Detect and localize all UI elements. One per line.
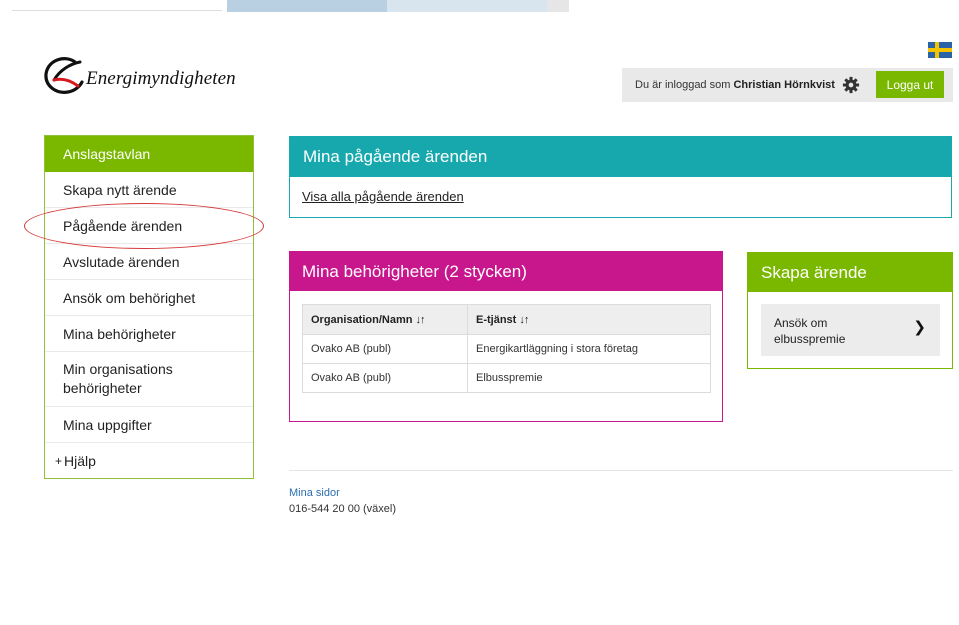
sidebar-item-avslutade-arenden[interactable]: Avslutade ärenden bbox=[45, 243, 253, 279]
sidebar-item-label: Hjälp bbox=[64, 452, 96, 469]
table-header-row: Organisation/Namn ↓↑ E-tjänst ↓↑ bbox=[302, 304, 711, 335]
chevron-right-icon: ❯ bbox=[913, 319, 926, 336]
swedish-flag-icon[interactable] bbox=[928, 42, 952, 58]
show-all-ongoing-link[interactable]: Visa alla pågående ärenden bbox=[302, 189, 464, 204]
create-case-title: Skapa ärende bbox=[748, 253, 952, 292]
logo-text: Energimyndigheten bbox=[86, 68, 236, 89]
table-cell: Ovako AB (publ) bbox=[302, 363, 468, 393]
table-row: Ovako AB (publ) Elbusspremie bbox=[302, 363, 711, 393]
apply-button-label: Ansök om elbusspremie bbox=[774, 316, 846, 346]
permissions-title: Mina behörigheter (2 stycken) bbox=[290, 252, 722, 291]
table-cell: Ovako AB (publ) bbox=[302, 334, 468, 364]
sort-icon: ↓↑ bbox=[415, 313, 425, 326]
browser-tab[interactable] bbox=[227, 0, 387, 12]
expand-plus-icon: + bbox=[55, 453, 63, 468]
sidebar-item-pagaende-arenden[interactable]: Pågående ärenden bbox=[45, 207, 253, 243]
sidebar-item-hjalp[interactable]: + Hjälp bbox=[45, 442, 253, 478]
column-header-etjanst[interactable]: E-tjänst ↓↑ bbox=[467, 304, 711, 335]
site-logo[interactable]: Energimyndigheten bbox=[42, 56, 236, 96]
table-cell: Elbusspremie bbox=[467, 363, 711, 393]
footer-divider bbox=[289, 470, 953, 471]
table-row: Ovako AB (publ) Energikartläggning i sto… bbox=[302, 334, 711, 364]
ongoing-cases-panel: Mina pågående ärenden Visa alla pågående… bbox=[289, 136, 952, 218]
create-case-panel: Skapa ärende Ansök om elbusspremie ❯ bbox=[747, 252, 953, 369]
apply-elbusspremie-button[interactable]: Ansök om elbusspremie ❯ bbox=[761, 304, 940, 356]
logged-in-text: Du är inloggad som Christian Hörnkvist bbox=[635, 79, 835, 91]
sort-icon: ↓↑ bbox=[519, 313, 529, 326]
user-name: Christian Hörnkvist bbox=[733, 79, 835, 91]
logout-button[interactable]: Logga ut bbox=[876, 71, 944, 98]
sidebar-item-ansok-om-behorighet[interactable]: Ansök om behörighet bbox=[45, 279, 253, 315]
sidebar-heading[interactable]: Anslagstavlan bbox=[45, 136, 253, 172]
footer-mina-sidor-link[interactable]: Mina sidor bbox=[289, 487, 340, 499]
browser-tab-strip bbox=[12, 0, 222, 11]
sidebar-item-skapa-nytt-arende[interactable]: Skapa nytt ärende bbox=[45, 172, 253, 207]
sidebar-nav: Anslagstavlan Skapa nytt ärende Pågående… bbox=[44, 135, 254, 479]
browser-tab[interactable] bbox=[547, 0, 569, 12]
energimyndigheten-logo-icon bbox=[44, 57, 84, 94]
column-header-organisation[interactable]: Organisation/Namn ↓↑ bbox=[302, 304, 468, 335]
footer-phone: 016-544 20 00 (växel) bbox=[289, 503, 397, 515]
permissions-panel: Mina behörigheter (2 stycken) Organisati… bbox=[289, 251, 723, 422]
permissions-table: Organisation/Namn ↓↑ E-tjänst ↓↑ Ovako AB … bbox=[302, 304, 711, 393]
sidebar-item-label: Min organisations behörigheter bbox=[63, 361, 173, 396]
gear-icon[interactable] bbox=[842, 76, 860, 94]
sidebar-item-min-organisations-behorigheter[interactable]: Min organisations behörigheter bbox=[45, 351, 253, 406]
sidebar-item-mina-behorigheter[interactable]: Mina behörigheter bbox=[45, 315, 253, 351]
sidebar-item-mina-uppgifter[interactable]: Mina uppgifter bbox=[45, 406, 253, 442]
browser-top-strip bbox=[0, 0, 959, 14]
ongoing-cases-title: Mina pågående ärenden bbox=[290, 137, 951, 177]
browser-tab[interactable] bbox=[387, 0, 547, 12]
table-cell: Energikartläggning i stora företag bbox=[467, 334, 711, 364]
